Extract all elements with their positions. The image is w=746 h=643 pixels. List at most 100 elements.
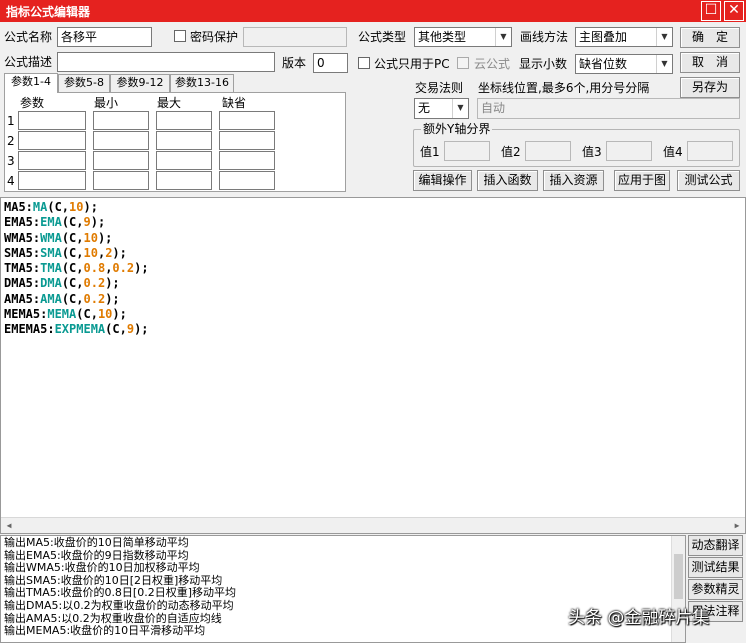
code-token: TMA5: — [4, 261, 41, 276]
draw-select[interactable]: 主图叠加 ▼ — [575, 27, 673, 47]
param-name-input[interactable] — [18, 151, 86, 170]
param-header-name: 参数 — [20, 96, 45, 110]
close-icon[interactable]: ✕ — [724, 1, 744, 21]
param-default-input[interactable] — [219, 151, 275, 170]
insert-res-button[interactable]: 插入资源 — [543, 170, 604, 191]
code-token: EMA — [40, 215, 62, 230]
tab-params-5-8[interactable]: 参数5-8 — [58, 74, 110, 92]
param-name-input[interactable] — [18, 171, 86, 190]
code-token: 0.2 — [83, 276, 106, 291]
code-token: 10 — [69, 200, 84, 214]
test-formula-button[interactable]: 测试公式 — [677, 170, 740, 191]
param-row-index: 2 — [7, 134, 15, 148]
code-token: SMA — [40, 245, 62, 260]
code-token: (C, — [76, 307, 98, 322]
code-token: AMA5: — [4, 291, 41, 306]
decimals-select-value: 缺省位数 — [579, 57, 628, 71]
draw-select-value: 主图叠加 — [579, 30, 628, 44]
decimals-select[interactable]: 缺省位数 ▼ — [575, 54, 673, 74]
y-value-2-input — [525, 141, 571, 161]
chevron-down-icon: ▼ — [656, 55, 672, 73]
tab-params-13-16[interactable]: 参数13-16 — [170, 74, 234, 92]
param-default-input[interactable] — [219, 111, 275, 130]
param-max-input[interactable] — [156, 171, 212, 190]
param-name-input[interactable] — [18, 111, 86, 130]
code-token: SMA5: — [4, 245, 41, 260]
code-token: ); — [112, 307, 127, 322]
chevron-down-icon: ▼ — [656, 28, 672, 46]
param-min-input[interactable] — [93, 151, 149, 170]
decimals-label: 显示小数 — [519, 57, 568, 71]
param-header-default: 缺省 — [222, 96, 247, 110]
param-row-index: 4 — [7, 174, 15, 188]
code-token: ); — [112, 245, 127, 260]
tab-params-1-4[interactable]: 参数1-4 — [4, 73, 58, 93]
trade-rule-select[interactable]: 无 ▼ — [414, 98, 469, 119]
code-token: (C, — [61, 230, 84, 245]
password-label: 密码保护 — [190, 30, 239, 44]
y-value-3-label: 值3 — [582, 145, 602, 159]
password-checkbox[interactable] — [174, 30, 186, 42]
param-min-input[interactable] — [93, 111, 149, 130]
scroll-left-icon[interactable]: ◀ — [1, 518, 17, 534]
scroll-right-icon[interactable]: ▶ — [729, 518, 745, 534]
chevron-down-icon: ▼ — [495, 28, 511, 46]
param-name-input[interactable] — [18, 131, 86, 150]
code-token: TMA — [40, 261, 62, 276]
code-token: 0.8 — [83, 261, 106, 276]
insert-func-button[interactable]: 插入函数 — [477, 170, 538, 191]
code-token: MEMA — [47, 307, 77, 322]
code-line: DMA5:DMA(C,0.2); — [4, 276, 742, 291]
param-min-input[interactable] — [93, 131, 149, 150]
output-line: 输出WMA5:收盘价的10日加权移动平均 — [4, 561, 200, 575]
tab-params-9-12[interactable]: 参数9-12 — [110, 74, 170, 92]
code-token: DMA5: — [4, 276, 41, 291]
y-value-3-input — [606, 141, 652, 161]
code-token: DMA — [40, 276, 62, 291]
cloud-label: 云公式 — [474, 57, 511, 71]
code-token: MA — [32, 200, 48, 214]
code-token: (C, — [61, 245, 84, 260]
trade-rule-label: 交易法则 — [415, 81, 464, 95]
code-token: (C, — [61, 215, 84, 230]
param-max-input[interactable] — [156, 151, 212, 170]
apply-chart-button[interactable]: 应用于图 — [614, 170, 670, 191]
coord-input[interactable]: 自动 — [477, 98, 740, 119]
param-max-input[interactable] — [156, 111, 212, 130]
param-wizard-button[interactable]: 参数精灵 — [688, 579, 743, 600]
code-token: ); — [134, 261, 149, 276]
y-value-4-label: 值4 — [663, 145, 683, 159]
draw-label: 画线方法 — [520, 30, 569, 44]
horizontal-scrollbar[interactable]: ◀ ▶ — [1, 517, 745, 533]
param-default-input[interactable] — [219, 171, 275, 190]
ok-button[interactable]: 确 定 — [680, 27, 740, 48]
param-min-input[interactable] — [93, 171, 149, 190]
maximize-icon[interactable]: ☐ — [701, 1, 721, 21]
desc-label: 公式描述 — [4, 55, 53, 69]
desc-input[interactable] — [57, 52, 275, 72]
version-input[interactable]: 0 — [313, 53, 348, 73]
code-line: WMA5:WMA(C,10); — [4, 231, 742, 246]
type-select[interactable]: 其他类型 ▼ — [414, 27, 512, 47]
code-token: MEMA5: — [4, 307, 48, 322]
dynamic-translate-button[interactable]: 动态翻译 — [688, 535, 743, 556]
trade-rule-value: 无 — [418, 101, 431, 115]
formula-editor-window: 指标公式编辑器 ☐ ✕ 公式名称 各移平 密码保护 公式类型 其他类型 ▼ 画线… — [0, 0, 746, 643]
param-default-input[interactable] — [219, 131, 275, 150]
y-value-4-input — [687, 141, 733, 161]
save-as-button[interactable]: 另存为 — [680, 77, 740, 98]
test-result-button[interactable]: 测试结果 — [688, 557, 743, 578]
code-token: MA5: — [4, 200, 33, 214]
name-input[interactable]: 各移平 — [57, 27, 152, 47]
edit-op-button[interactable]: 编辑操作 — [413, 170, 472, 191]
scroll-thumb[interactable] — [674, 554, 683, 599]
code-editor[interactable]: MA5:MA(C,10); EMA5:EMA(C,9); WMA5:WMA(C,10… — [0, 197, 746, 534]
watermark: 头条 @金融碎片集 — [568, 608, 710, 628]
param-row-index: 1 — [7, 114, 15, 128]
code-line: EMEMA5:EXPMEMA(C,9); — [4, 322, 742, 337]
code-token: EMA5: — [4, 215, 41, 230]
param-max-input[interactable] — [156, 131, 212, 150]
cancel-button[interactable]: 取 消 — [680, 52, 740, 73]
code-token: 0.2 — [83, 291, 106, 306]
pc-only-checkbox[interactable] — [358, 57, 370, 69]
